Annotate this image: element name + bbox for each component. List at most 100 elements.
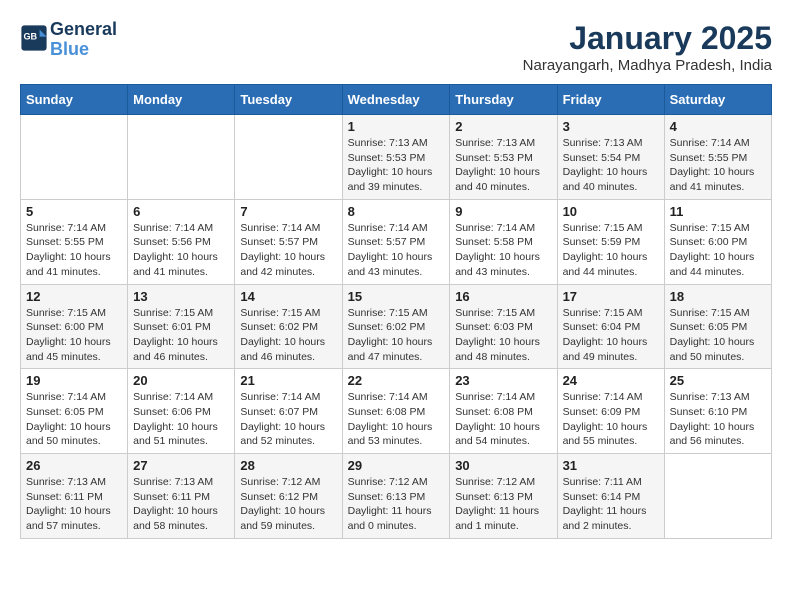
calendar-cell: 17 Sunrise: 7:15 AM Sunset: 6:04 PM Dayli… [557,284,664,369]
day-number: 19 [26,373,122,388]
day-info: Sunrise: 7:14 AM Sunset: 5:55 PM Dayligh… [26,221,122,280]
weekday-header: Saturday [664,85,771,115]
calendar-cell: 4 Sunrise: 7:14 AM Sunset: 5:55 PM Daylig… [664,115,771,200]
calendar-week-row: 1 Sunrise: 7:13 AM Sunset: 5:53 PM Daylig… [21,115,772,200]
weekday-header: Sunday [21,85,128,115]
calendar-table: SundayMondayTuesdayWednesdayThursdayFrid… [20,84,772,539]
day-info: Sunrise: 7:14 AM Sunset: 5:56 PM Dayligh… [133,221,229,280]
day-number: 26 [26,458,122,473]
day-info: Sunrise: 7:14 AM Sunset: 6:08 PM Dayligh… [348,390,445,449]
calendar-cell: 28Sunrise: 7:12 AM Sunset: 6:12 PM Dayli… [235,454,342,539]
calendar-cell: 31 Sunrise: 7:11 AM Sunset: 6:14 PM Dayli… [557,454,664,539]
calendar-cell: 23 Sunrise: 7:14 AM Sunset: 6:08 PM Dayli… [450,369,557,454]
day-number: 13 [133,289,229,304]
calendar-cell: 21 Sunrise: 7:14 AM Sunset: 6:07 PM Dayli… [235,369,342,454]
day-info: Sunrise: 7:13 AM Sunset: 6:11 PM Dayligh… [26,475,122,534]
weekday-header-row: SundayMondayTuesdayWednesdayThursdayFrid… [21,85,772,115]
calendar-cell [21,115,128,200]
calendar-cell: 18Sunrise: 7:15 AM Sunset: 6:05 PM Dayli… [664,284,771,369]
calendar-cell: 22 Sunrise: 7:14 AM Sunset: 6:08 PM Dayli… [342,369,450,454]
day-info: Sunrise: 7:13 AM Sunset: 5:53 PM Dayligh… [455,136,551,195]
day-info: Sunrise: 7:12 AM Sunset: 6:13 PM Dayligh… [455,475,551,534]
day-number: 28 [240,458,336,473]
day-number: 25 [670,373,766,388]
calendar-cell: 25Sunrise: 7:13 AM Sunset: 6:10 PM Dayli… [664,369,771,454]
day-number: 10 [563,204,659,219]
day-number: 3 [563,119,659,134]
day-number: 15 [348,289,445,304]
day-number: 22 [348,373,445,388]
calendar-cell: 8Sunrise: 7:14 AM Sunset: 5:57 PM Daylig… [342,199,450,284]
day-info: Sunrise: 7:13 AM Sunset: 5:54 PM Dayligh… [563,136,659,195]
day-info: Sunrise: 7:14 AM Sunset: 6:06 PM Dayligh… [133,390,229,449]
calendar-cell: 13 Sunrise: 7:15 AM Sunset: 6:01 PM Dayli… [128,284,235,369]
day-info: Sunrise: 7:14 AM Sunset: 6:05 PM Dayligh… [26,390,122,449]
weekday-header: Wednesday [342,85,450,115]
header: GB General Blue January 2025 Narayangarh… [20,20,772,74]
calendar-cell: 7Sunrise: 7:14 AM Sunset: 5:57 PM Daylig… [235,199,342,284]
day-number: 5 [26,204,122,219]
day-info: Sunrise: 7:14 AM Sunset: 6:09 PM Dayligh… [563,390,659,449]
calendar-cell: 10Sunrise: 7:15 AM Sunset: 5:59 PM Dayli… [557,199,664,284]
calendar-cell: 12 Sunrise: 7:15 AM Sunset: 6:00 PM Dayli… [21,284,128,369]
calendar-cell: 3 Sunrise: 7:13 AM Sunset: 5:54 PM Daylig… [557,115,664,200]
day-number: 7 [240,204,336,219]
day-number: 31 [563,458,659,473]
weekday-header: Thursday [450,85,557,115]
day-info: Sunrise: 7:13 AM Sunset: 5:53 PM Dayligh… [348,136,445,195]
calendar-cell: 29Sunrise: 7:12 AM Sunset: 6:13 PM Dayli… [342,454,450,539]
day-info: Sunrise: 7:15 AM Sunset: 6:01 PM Dayligh… [133,306,229,365]
day-info: Sunrise: 7:15 AM Sunset: 6:04 PM Dayligh… [563,306,659,365]
calendar-title: January 2025 [523,20,772,57]
day-info: Sunrise: 7:15 AM Sunset: 6:05 PM Dayligh… [670,306,766,365]
calendar-week-row: 26 Sunrise: 7:13 AM Sunset: 6:11 PM Dayli… [21,454,772,539]
day-info: Sunrise: 7:15 AM Sunset: 6:00 PM Dayligh… [26,306,122,365]
calendar-cell: 24 Sunrise: 7:14 AM Sunset: 6:09 PM Dayli… [557,369,664,454]
day-info: Sunrise: 7:14 AM Sunset: 6:08 PM Dayligh… [455,390,551,449]
calendar-week-row: 12 Sunrise: 7:15 AM Sunset: 6:00 PM Dayli… [21,284,772,369]
calendar-cell: 5 Sunrise: 7:14 AM Sunset: 5:55 PM Daylig… [21,199,128,284]
day-number: 20 [133,373,229,388]
day-number: 21 [240,373,336,388]
logo-line2: Blue [50,39,89,59]
day-number: 17 [563,289,659,304]
weekday-header: Friday [557,85,664,115]
calendar-cell: 15Sunrise: 7:15 AM Sunset: 6:02 PM Dayli… [342,284,450,369]
day-info: Sunrise: 7:15 AM Sunset: 6:03 PM Dayligh… [455,306,551,365]
calendar-cell: 26 Sunrise: 7:13 AM Sunset: 6:11 PM Dayli… [21,454,128,539]
day-number: 12 [26,289,122,304]
title-section: January 2025 Narayangarh, Madhya Pradesh… [523,20,772,74]
logo-text: General Blue [50,20,117,60]
day-number: 1 [348,119,445,134]
day-number: 30 [455,458,551,473]
calendar-cell [128,115,235,200]
logo-icon: GB [20,24,48,52]
day-number: 6 [133,204,229,219]
day-info: Sunrise: 7:13 AM Sunset: 6:11 PM Dayligh… [133,475,229,534]
day-info: Sunrise: 7:14 AM Sunset: 5:58 PM Dayligh… [455,221,551,280]
calendar-cell: 30 Sunrise: 7:12 AM Sunset: 6:13 PM Dayli… [450,454,557,539]
calendar-week-row: 19 Sunrise: 7:14 AM Sunset: 6:05 PM Dayli… [21,369,772,454]
calendar-cell: 16Sunrise: 7:15 AM Sunset: 6:03 PM Dayli… [450,284,557,369]
calendar-cell: 2 Sunrise: 7:13 AM Sunset: 5:53 PM Daylig… [450,115,557,200]
day-info: Sunrise: 7:11 AM Sunset: 6:14 PM Dayligh… [563,475,659,534]
calendar-cell: 19 Sunrise: 7:14 AM Sunset: 6:05 PM Dayli… [21,369,128,454]
svg-text:GB: GB [24,31,38,41]
calendar-cell: 20 Sunrise: 7:14 AM Sunset: 6:06 PM Dayli… [128,369,235,454]
day-info: Sunrise: 7:14 AM Sunset: 5:57 PM Dayligh… [348,221,445,280]
weekday-header: Tuesday [235,85,342,115]
day-info: Sunrise: 7:15 AM Sunset: 6:02 PM Dayligh… [240,306,336,365]
day-number: 23 [455,373,551,388]
day-info: Sunrise: 7:15 AM Sunset: 6:00 PM Dayligh… [670,221,766,280]
day-number: 14 [240,289,336,304]
day-number: 24 [563,373,659,388]
day-info: Sunrise: 7:14 AM Sunset: 5:55 PM Dayligh… [670,136,766,195]
calendar-cell: 9Sunrise: 7:14 AM Sunset: 5:58 PM Daylig… [450,199,557,284]
calendar-cell: 27Sunrise: 7:13 AM Sunset: 6:11 PM Dayli… [128,454,235,539]
day-number: 2 [455,119,551,134]
day-info: Sunrise: 7:12 AM Sunset: 6:13 PM Dayligh… [348,475,445,534]
calendar-cell: 14 Sunrise: 7:15 AM Sunset: 6:02 PM Dayli… [235,284,342,369]
day-number: 4 [670,119,766,134]
calendar-cell: 6 Sunrise: 7:14 AM Sunset: 5:56 PM Daylig… [128,199,235,284]
day-info: Sunrise: 7:14 AM Sunset: 6:07 PM Dayligh… [240,390,336,449]
